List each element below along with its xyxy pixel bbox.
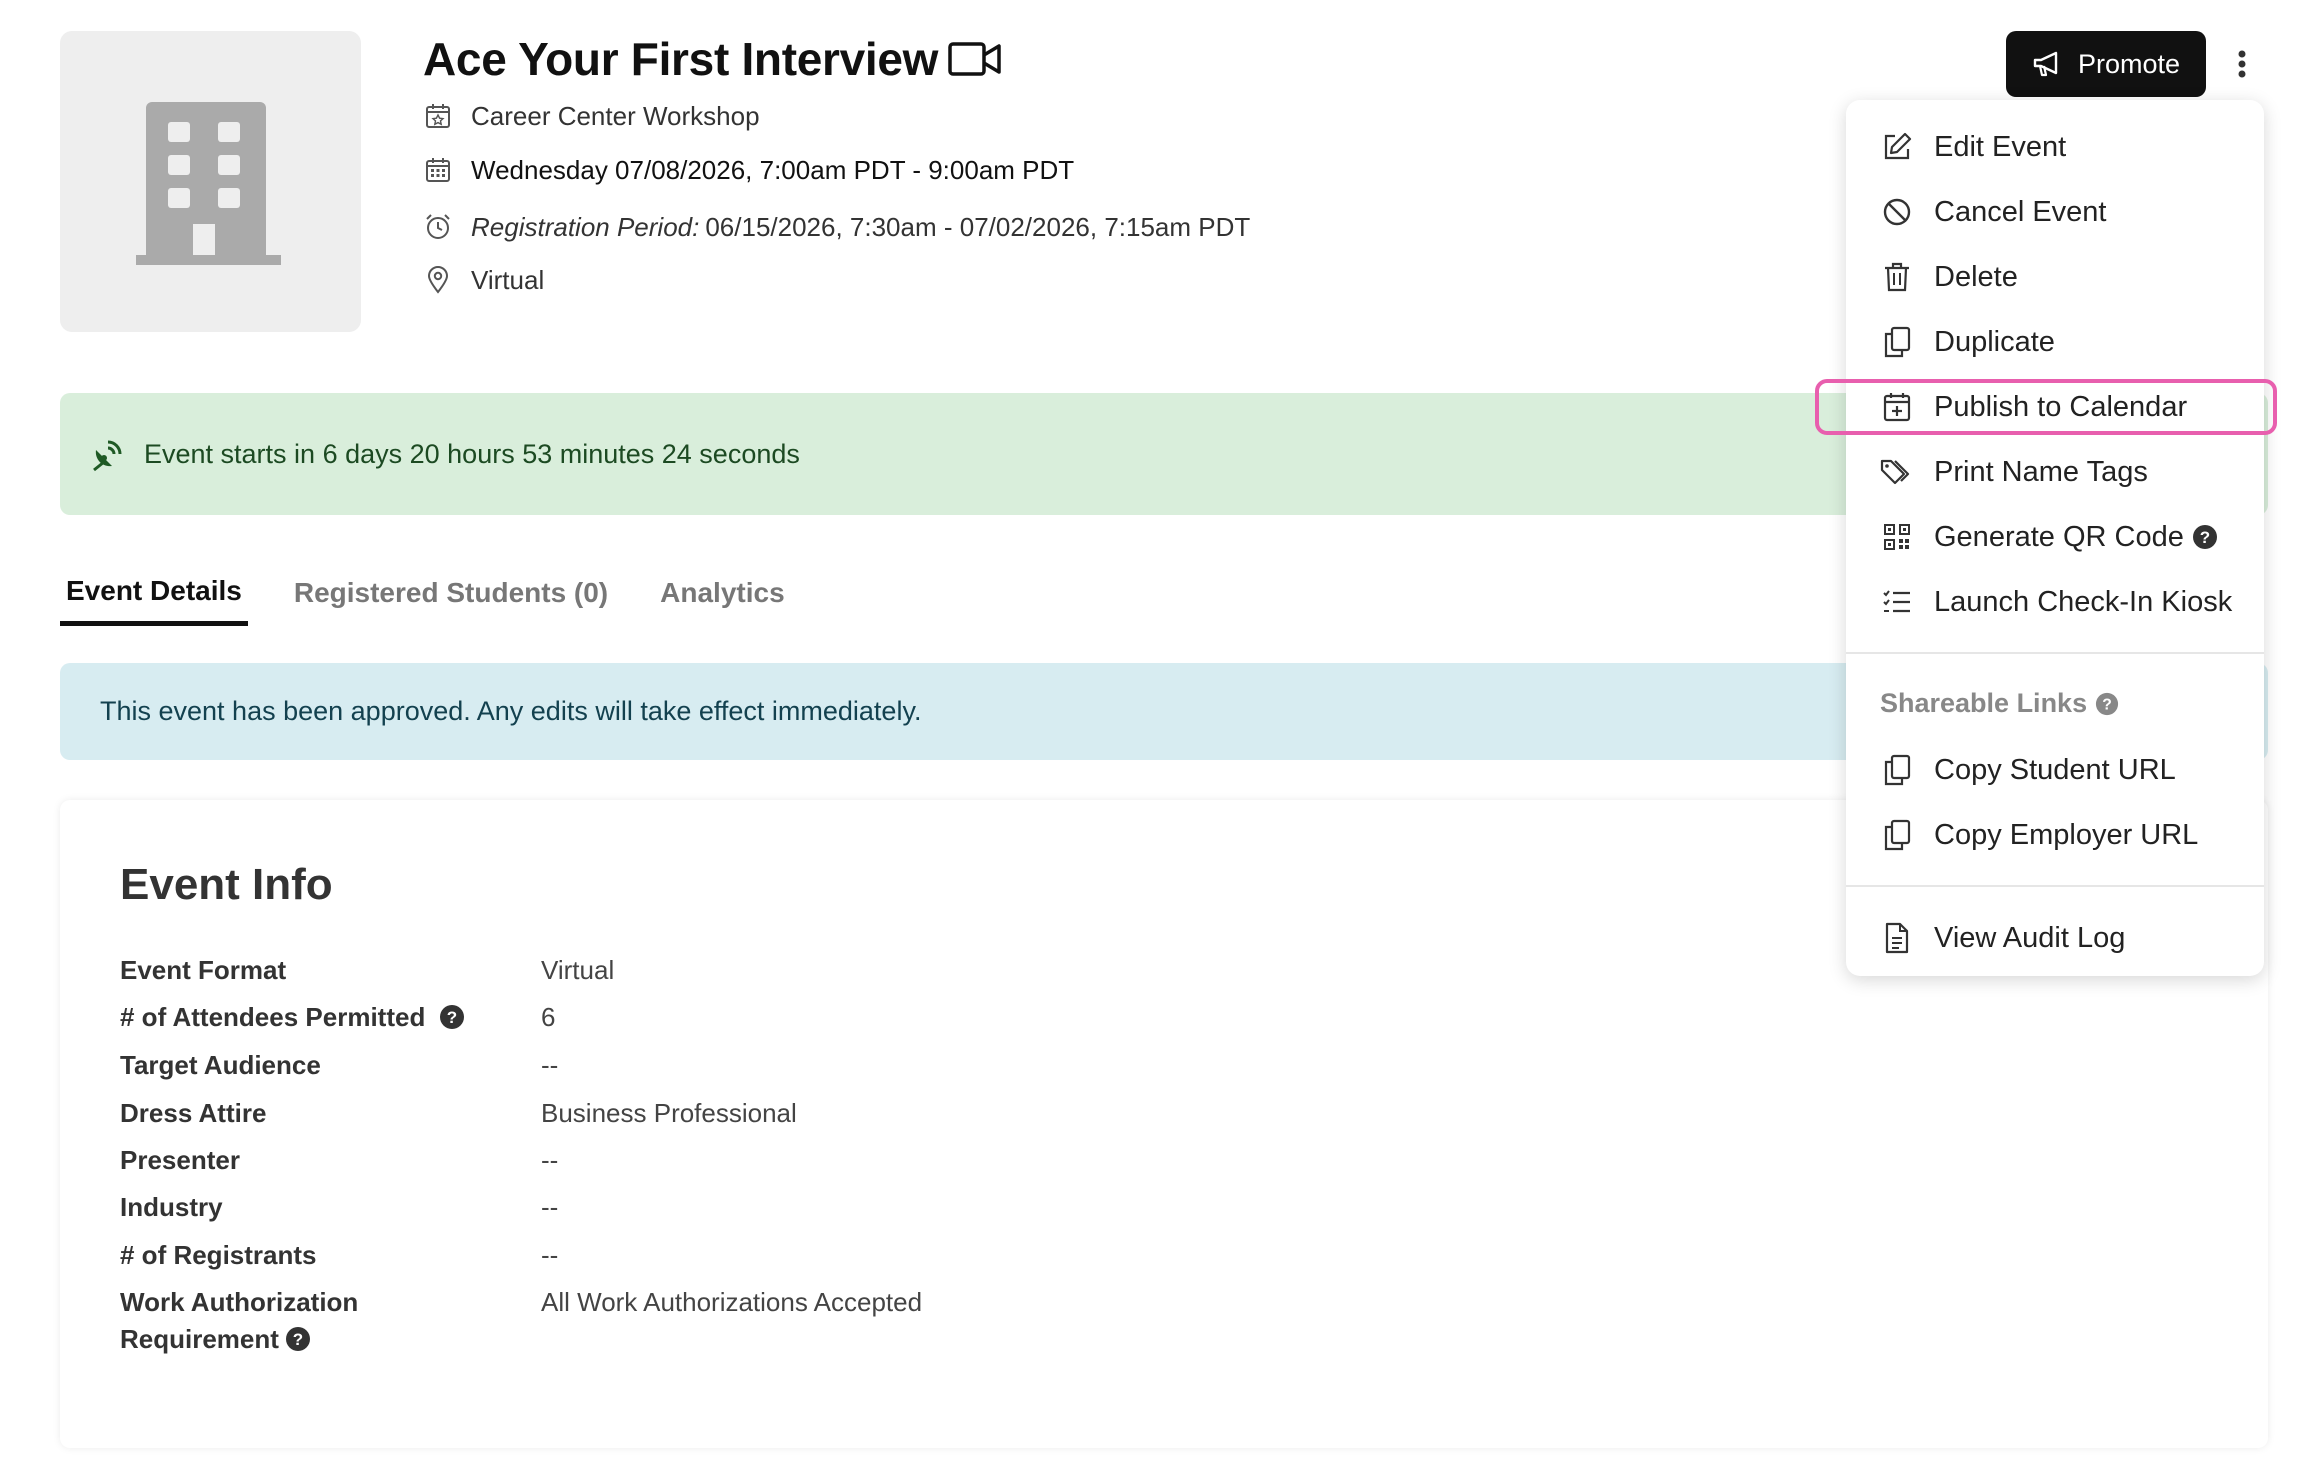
- countdown-text: Event starts in 6 days 20 hours 53 minut…: [144, 438, 800, 469]
- promote-button-label: Promote: [2077, 48, 2181, 79]
- menu-item-delete[interactable]: Delete: [1846, 247, 2264, 307]
- event-location: Virtual: [423, 260, 544, 300]
- menu-item-duplicate[interactable]: Duplicate: [1846, 312, 2264, 372]
- more-options-button[interactable]: [2224, 44, 2260, 84]
- info-label: Work Authorization Requirement?: [120, 1287, 359, 1354]
- document-icon: [1880, 921, 1914, 955]
- copy-icon: [1880, 818, 1914, 852]
- registration-value: 06/15/2026, 7:30am - 07/02/2026, 7:15am …: [705, 211, 1251, 242]
- info-label: Dress Attire: [120, 1098, 267, 1128]
- menu-item-cancel-event[interactable]: Cancel Event: [1846, 182, 2264, 242]
- info-label: Industry: [120, 1192, 223, 1222]
- copy-icon: [1880, 325, 1914, 359]
- info-value: --: [541, 1050, 559, 1080]
- event-category-text: Career Center Workshop: [471, 100, 760, 131]
- event-actions-menu: Edit Event Cancel Event Delete Duplicate…: [1846, 100, 2264, 976]
- menu-item-copy-employer-url[interactable]: Copy Employer URL: [1846, 805, 2264, 865]
- tab-registered-students[interactable]: Registered Students (0): [288, 560, 614, 626]
- video-camera-icon: [948, 42, 1001, 76]
- tags-icon: [1880, 455, 1914, 489]
- menu-item-view-audit-log[interactable]: View Audit Log: [1846, 908, 2264, 968]
- menu-divider: [1846, 652, 2264, 654]
- promote-button[interactable]: Promote: [2006, 31, 2206, 97]
- event-tabs: Event Details Registered Students (0) An…: [60, 560, 831, 626]
- qr-code-icon: [1880, 520, 1914, 554]
- approval-notice-text: This event has been approved. Any edits …: [100, 696, 922, 726]
- menu-item-publish-to-calendar[interactable]: Publish to Calendar: [1846, 377, 2264, 437]
- help-icon[interactable]: ?: [2095, 692, 2119, 716]
- info-value: --: [541, 1145, 559, 1175]
- info-value: All Work Authorizations Accepted: [541, 1287, 923, 1317]
- info-label: # of Attendees Permitted ?: [120, 999, 465, 1036]
- registration-label: Registration Period:: [471, 211, 700, 242]
- info-value: Virtual: [541, 955, 615, 985]
- menu-item-print-name-tags[interactable]: Print Name Tags: [1846, 442, 2264, 502]
- event-datetime: Wednesday 07/08/2026, 7:00am PDT - 9:00a…: [423, 150, 1074, 190]
- svg-text:?: ?: [293, 1330, 303, 1349]
- info-label: Presenter: [120, 1145, 240, 1175]
- event-title: Ace Your First Interview: [423, 33, 939, 85]
- tab-event-details[interactable]: Event Details: [60, 560, 248, 626]
- tab-analytics[interactable]: Analytics: [654, 560, 791, 626]
- event-datetime-text: Wednesday 07/08/2026, 7:00am PDT - 9:00a…: [471, 154, 1075, 185]
- info-value: 6: [541, 1002, 556, 1032]
- event-info-title: Event Info: [120, 860, 333, 909]
- info-value: --: [541, 1240, 559, 1270]
- info-label: Target Audience: [120, 1050, 321, 1080]
- menu-item-generate-qr-code[interactable]: Generate QR Code ?: [1846, 507, 2264, 567]
- info-value: Business Professional: [541, 1098, 797, 1128]
- info-label: # of Registrants: [120, 1240, 317, 1270]
- event-registration-period: Registration Period: 06/15/2026, 7:30am -…: [423, 207, 1250, 247]
- svg-text:?: ?: [2102, 696, 2112, 713]
- copy-icon: [1880, 753, 1914, 787]
- checklist-icon: [1880, 585, 1914, 619]
- event-page: Ace Your First Interview Career Center W…: [0, 0, 2318, 1466]
- menu-item-copy-student-url[interactable]: Copy Student URL: [1846, 740, 2264, 800]
- map-pin-icon: [423, 265, 453, 295]
- menu-divider: [1846, 885, 2264, 887]
- event-location-text: Virtual: [471, 264, 545, 295]
- vertical-dots-icon: [2238, 50, 2246, 78]
- event-thumbnail: [60, 31, 361, 332]
- menu-item-launch-check-in-kiosk[interactable]: Launch Check-In Kiosk: [1846, 572, 2264, 632]
- svg-text:?: ?: [446, 1008, 456, 1027]
- help-icon[interactable]: ?: [439, 1004, 465, 1030]
- calendar-star-icon: [423, 101, 453, 131]
- svg-text:?: ?: [2200, 528, 2210, 547]
- building-icon: [135, 101, 281, 265]
- info-value: --: [541, 1192, 559, 1222]
- menu-item-edit-event[interactable]: Edit Event: [1846, 117, 2264, 177]
- event-title-row: Ace Your First Interview: [423, 26, 1002, 92]
- shareable-links-heading: Shareable Links ?: [1880, 688, 2119, 719]
- trash-icon: [1880, 260, 1914, 294]
- satellite-dish-icon: [93, 440, 122, 472]
- help-icon[interactable]: ?: [285, 1326, 311, 1352]
- megaphone-icon: [2033, 51, 2058, 77]
- alarm-clock-icon: [423, 212, 453, 242]
- ban-icon: [1880, 195, 1914, 229]
- calendar-plus-icon: [1880, 390, 1914, 424]
- edit-icon: [1880, 130, 1914, 164]
- calendar-icon: [423, 155, 453, 185]
- event-category: Career Center Workshop: [423, 96, 760, 136]
- info-label: Event Format: [120, 955, 287, 985]
- help-icon[interactable]: ?: [2192, 524, 2218, 550]
